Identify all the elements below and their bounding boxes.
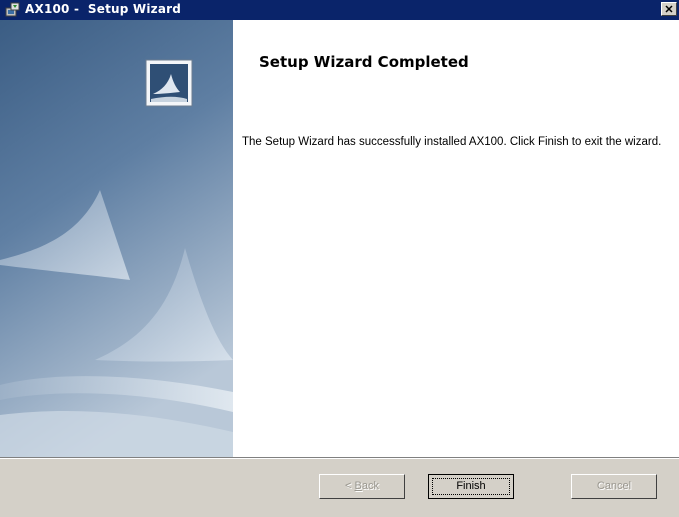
cancel-button[interactable]: Cancel — [571, 474, 657, 499]
completion-message: The Setup Wizard has successfully instal… — [242, 136, 662, 148]
content-panel: Setup Wizard Completed The Setup Wizard … — [233, 20, 679, 457]
window-title: AX100 - Setup Wizard — [25, 2, 182, 16]
back-button-mnemonic: B — [354, 480, 362, 492]
cancel-button-label: Cancel — [596, 480, 632, 492]
finish-button[interactable]: Finish — [428, 474, 514, 499]
back-button[interactable]: < Back — [319, 474, 405, 499]
back-button-prefix: < — [345, 480, 355, 492]
installer-icon — [5, 2, 21, 18]
title-bar[interactable]: AX100 - Setup Wizard ✕ — [0, 0, 679, 20]
sail-logo-icon — [145, 59, 193, 107]
page-title: Setup Wizard Completed — [259, 53, 469, 71]
finish-focus-rect: Finish — [432, 478, 510, 495]
wizard-banner-image — [0, 20, 233, 457]
finish-button-label: Finish — [456, 480, 486, 492]
setup-wizard-window: AX100 - Setup Wizard ✕ Setup Wizard Comp… — [0, 0, 679, 517]
back-button-rest: ack — [361, 480, 379, 492]
close-icon: ✕ — [664, 4, 674, 16]
footer-divider — [0, 457, 679, 459]
close-button[interactable]: ✕ — [661, 2, 677, 16]
